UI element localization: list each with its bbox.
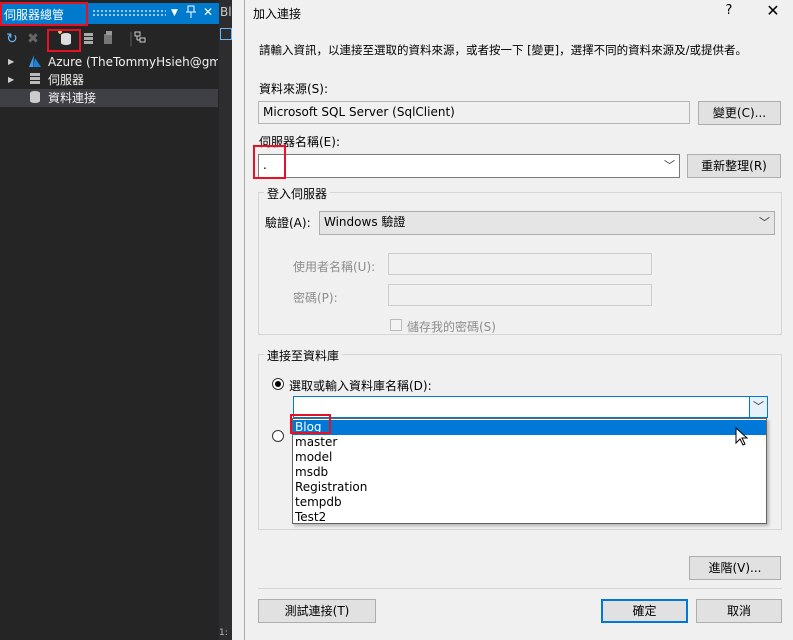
close-icon[interactable]: ✕ bbox=[203, 5, 213, 19]
servers-icon bbox=[28, 72, 42, 86]
attach-db-radio[interactable] bbox=[272, 430, 284, 442]
db-option-registration[interactable]: Registration bbox=[293, 480, 766, 495]
azure-icon bbox=[28, 54, 42, 68]
chevron-down-icon[interactable]: ﹀ bbox=[664, 156, 675, 176]
highlight-box-server bbox=[253, 145, 286, 179]
refresh-icon[interactable]: ↻ bbox=[3, 30, 21, 48]
tree-item-servers[interactable]: ▶ 伺服器 bbox=[0, 71, 218, 89]
server-explorer-panel: 伺服器總管 ▼ ✕ ↻ ✖ | ▶ Azure (TheTommyHsieh@g… bbox=[0, 0, 232, 640]
panel-toolbar: ↻ ✖ | bbox=[0, 28, 232, 52]
expand-arrow-icon[interactable]: ▶ bbox=[8, 53, 14, 71]
datasource-field: Microsoft SQL Server (SqlClient) bbox=[258, 101, 690, 124]
tree-item-label: Azure (TheTommyHsieh@gma bbox=[48, 55, 218, 69]
help-button[interactable]: ? bbox=[721, 3, 737, 18]
mouse-cursor-icon bbox=[735, 426, 749, 447]
close-button[interactable]: ✕ bbox=[763, 1, 783, 20]
file-icon bbox=[220, 28, 232, 40]
highlight-box-title bbox=[0, 2, 88, 26]
highlight-box-toolbar bbox=[47, 29, 81, 52]
save-password-checkbox bbox=[390, 319, 402, 331]
divider bbox=[258, 588, 782, 589]
data-connections-icon bbox=[28, 90, 42, 104]
cancel-button[interactable]: 取消 bbox=[696, 599, 782, 623]
test-connection-button[interactable]: 測試連接(T) bbox=[258, 599, 376, 623]
change-button[interactable]: 變更(C)... bbox=[698, 101, 781, 125]
drag-grip[interactable] bbox=[92, 9, 166, 17]
db-option-blog[interactable]: Blog bbox=[293, 420, 766, 435]
pin-icon[interactable] bbox=[186, 5, 196, 22]
auth-select[interactable]: Windows 驗證 ﹀ bbox=[319, 211, 775, 235]
database-combo[interactable]: ﹀ bbox=[293, 396, 768, 418]
tree-item-data-connections[interactable]: 資料連接 bbox=[0, 89, 218, 107]
add-connection-dialog: 加入連接 ? ✕ 請輸入資訊，以連接至選取的資料來源，或者按一下 [變更]，選擇… bbox=[244, 0, 793, 640]
chevron-down-icon[interactable]: ﹀ bbox=[749, 397, 767, 417]
select-db-label: 選取或輸入資料庫名稱(D): bbox=[289, 379, 432, 393]
intro-text: 請輸入資訊，以連接至選取的資料來源，或者按一下 [變更]，選擇不同的資料來源及/… bbox=[259, 43, 747, 57]
login-group-caption: 登入伺服器 bbox=[264, 185, 331, 202]
tree-item-label: 伺服器 bbox=[48, 73, 85, 87]
highlight-box-blog bbox=[290, 414, 331, 434]
connect-server-icon[interactable] bbox=[79, 30, 97, 48]
db-option-msdb[interactable]: msdb bbox=[293, 465, 766, 480]
password-label: 密碼(P): bbox=[293, 291, 338, 305]
refresh-button[interactable]: 重新整理(R) bbox=[687, 154, 781, 178]
server-name-combo[interactable]: . ﹀ bbox=[258, 154, 680, 178]
db-option-test2[interactable]: Test2 bbox=[293, 510, 766, 525]
db-option-tempdb[interactable]: tempdb bbox=[293, 495, 766, 510]
username-label: 使用者名稱(U): bbox=[293, 260, 376, 274]
stop-icon[interactable]: ✖ bbox=[24, 30, 42, 48]
save-password-label: 儲存我的密碼(S) bbox=[407, 320, 496, 334]
tree-item-label: 資料連接 bbox=[48, 91, 97, 105]
chevron-down-icon[interactable]: ▼ bbox=[171, 8, 178, 18]
auth-value: Windows 驗證 bbox=[324, 215, 406, 229]
dialog-title: 加入連接 bbox=[253, 7, 302, 21]
ok-button[interactable]: 確定 bbox=[601, 599, 688, 623]
connect-db-group-caption: 連接至資料庫 bbox=[264, 347, 343, 364]
select-db-radio[interactable] bbox=[272, 378, 284, 390]
properties-icon[interactable] bbox=[131, 30, 149, 48]
tree-item-azure[interactable]: ▶ Azure (TheTommyHsieh@gma bbox=[0, 53, 218, 71]
expand-arrow-icon[interactable]: ▶ bbox=[8, 71, 14, 89]
database-dropdown-list: Blog master model msdb Registration temp… bbox=[292, 418, 767, 524]
chevron-down-icon[interactable]: ﹀ bbox=[759, 213, 770, 233]
db-option-master[interactable]: master bbox=[293, 435, 766, 450]
db-option-model[interactable]: model bbox=[293, 450, 766, 465]
auth-label: 驗證(A): bbox=[265, 216, 311, 230]
datasource-label: 資料來源(S): bbox=[259, 82, 329, 96]
editor-tab-strip: Bl 1: bbox=[219, 0, 232, 640]
tab-fragment[interactable]: Bl bbox=[220, 5, 232, 19]
status-fragment: 1: bbox=[219, 628, 228, 638]
advanced-button[interactable]: 進階(V)... bbox=[689, 556, 781, 580]
username-input bbox=[388, 253, 652, 275]
sharepoint-icon[interactable] bbox=[99, 30, 117, 48]
password-input bbox=[388, 284, 652, 306]
